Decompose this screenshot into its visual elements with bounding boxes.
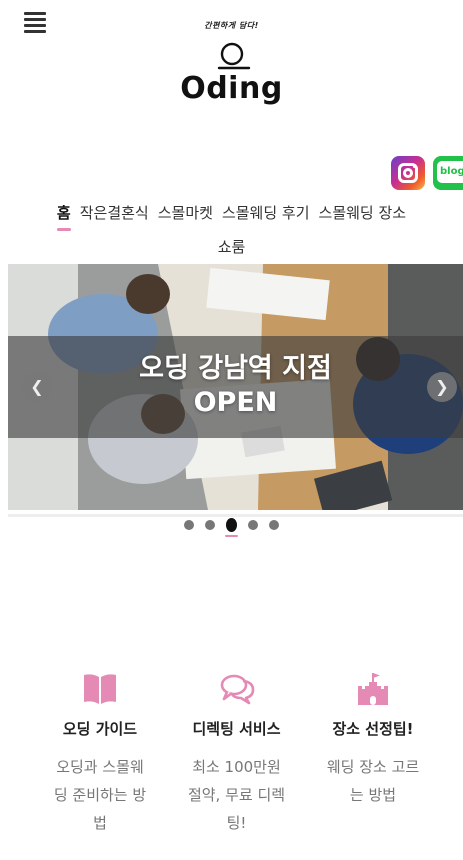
blog-label: blog xyxy=(437,161,463,183)
nav-item-reviews[interactable]: 스몰웨딩 후기 xyxy=(222,202,310,227)
feature-title: 장소 선정팁! xyxy=(332,720,414,738)
slide-caption: 오딩 강남역 지점 OPEN xyxy=(8,352,463,420)
tagline: 간편하게 담다! xyxy=(204,21,259,30)
slider-dot-5[interactable] xyxy=(269,520,279,530)
hero-slider[interactable]: 오딩 강남역 지점 OPEN ❮ ❯ xyxy=(8,264,463,510)
social-links: blog xyxy=(391,156,463,190)
chevron-right-icon[interactable]: ❯ xyxy=(427,372,457,402)
nav-item-venues[interactable]: 스몰웨딩 장소 xyxy=(319,202,407,227)
nav-item-small-market[interactable]: 스몰마켓 xyxy=(158,202,213,227)
book-icon xyxy=(84,674,116,704)
instagram-icon[interactable] xyxy=(391,156,425,190)
feature-list: 오딩 가이드 오딩과 스몰웨 딩 준비하는 방 법 디렉팅 서비스 최소 100… xyxy=(0,672,463,837)
logo-mark-icon xyxy=(217,42,250,70)
nav-item-venues-wrap[interactable]: 쇼룸 xyxy=(218,238,246,260)
slider-dot-1[interactable] xyxy=(184,520,194,530)
feature-venue-tips[interactable]: 장소 선정팁! 웨딩 장소 고르 는 방법 xyxy=(317,672,429,837)
feature-title: 디렉팅 서비스 xyxy=(192,720,281,738)
feature-desc: 최소 100만원 절약, 무료 디렉 팅! xyxy=(187,758,286,832)
naver-blog-icon[interactable]: blog xyxy=(433,156,463,190)
slider-pagination xyxy=(0,518,463,537)
feature-guide[interactable]: 오딩 가이드 오딩과 스몰웨 딩 준비하는 방 법 xyxy=(44,672,156,837)
feature-directing[interactable]: 디렉팅 서비스 최소 100만원 절약, 무료 디렉 팅! xyxy=(181,672,293,837)
slide-caption-line1: 오딩 강남역 지점 xyxy=(139,353,332,384)
feature-title: 오딩 가이드 xyxy=(62,720,138,738)
feature-desc: 오딩과 스몰웨 딩 준비하는 방 법 xyxy=(53,758,147,832)
slide-caption-line2: OPEN xyxy=(193,387,278,418)
nav-item-small-wedding[interactable]: 작은결혼식 xyxy=(80,202,149,227)
brand-logo[interactable]: 간편하게 담다! Oding xyxy=(0,20,463,106)
slider-dot-2[interactable] xyxy=(205,520,215,530)
chevron-left-icon[interactable]: ❮ xyxy=(22,372,52,402)
nav-item-home[interactable]: 홈 xyxy=(56,202,71,231)
castle-icon xyxy=(358,673,388,705)
slider-dot-3[interactable] xyxy=(225,518,238,537)
feature-desc: 웨딩 장소 고르 는 방법 xyxy=(326,758,420,804)
slider-dot-4[interactable] xyxy=(248,520,258,530)
slider-divider xyxy=(8,514,463,517)
chat-bubbles-icon xyxy=(220,674,254,705)
main-nav: 홈 작은결혼식 스몰마켓 스몰웨딩 후기 스몰웨딩 장소 쇼룸 xyxy=(0,202,463,257)
logo-text: Oding xyxy=(180,71,283,106)
